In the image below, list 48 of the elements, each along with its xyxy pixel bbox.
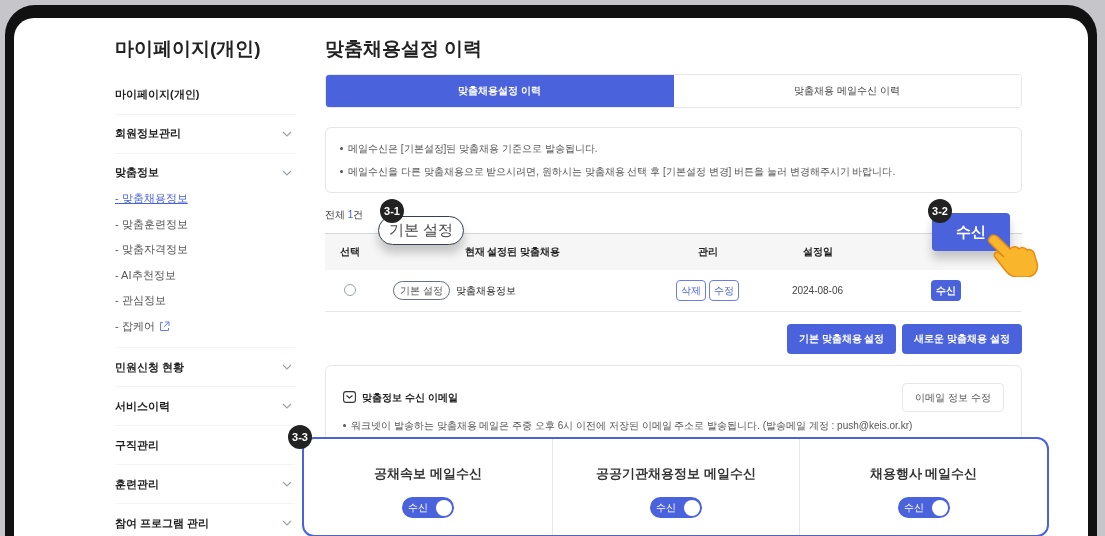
sidebar-item[interactable]: 맞춤정보 bbox=[115, 164, 159, 181]
email-notice: 워크넷이 발송하는 맞춤채용 메일은 주중 오후 6시 이전에 저장된 이메일 주소로 발송됩니다. (발송메일 계정 : push@keis.or.kr) bbox=[351, 418, 913, 433]
sidebar-item[interactable]: 서비스이력 bbox=[115, 397, 170, 415]
table-cell-text: 2024-08-06 bbox=[790, 283, 845, 298]
row-action-button[interactable]: 삭제 bbox=[676, 279, 706, 301]
notice-text: 메일수신은 [기본설정]된 맞춤채용 기준으로 발송됩니다. bbox=[348, 141, 598, 156]
bullet-icon bbox=[340, 169, 343, 173]
column-header: 선택 bbox=[339, 245, 361, 259]
sidebar-title: 마이페이지(개인) bbox=[115, 37, 262, 61]
table-cell-text: 맞춤채용정보 bbox=[455, 283, 516, 298]
step-badge: 3-2 bbox=[928, 199, 952, 223]
email-section-title: 맞춤정보 수신 이메일 bbox=[362, 390, 458, 405]
subscription-title: 채용행사 메일수신 bbox=[869, 465, 978, 483]
sidebar-item[interactable]: 마이페이지(개인) bbox=[115, 86, 200, 103]
sidebar-item[interactable]: 회원정보관리 bbox=[115, 125, 181, 142]
bullet-icon bbox=[340, 146, 343, 150]
step-badge: 3-1 bbox=[380, 199, 404, 223]
sidebar-subitem[interactable]: - AI추천정보 bbox=[115, 266, 176, 284]
tab[interactable]: 맞춤채용설정 이력 bbox=[326, 74, 674, 107]
toggle-switch[interactable]: 수신 bbox=[897, 497, 950, 519]
setting-button[interactable]: 기본 맞춤채용 설정 bbox=[786, 323, 897, 354]
total-count: 전체 1건 bbox=[325, 207, 364, 222]
sidebar-subitem[interactable]: - 맞춤자격정보 bbox=[115, 241, 188, 258]
toggle-switch[interactable]: 수신 bbox=[650, 497, 702, 519]
sidebar-item[interactable]: 훈련관리 bbox=[115, 475, 159, 493]
subscription-title: 공공기관채용정보 메일수신 bbox=[596, 465, 756, 483]
receive-button[interactable]: 수신 bbox=[931, 279, 961, 301]
column-header: 관리 bbox=[696, 245, 719, 259]
subscription-title: 공채속보 메일수신 bbox=[374, 465, 482, 483]
notice-text: 메일수신을 다른 맞춤채용으로 받으시려면, 원하시는 맞춤채용 선택 후 [기본설정 변경] 버튼을 눌러 변경해주시기 바랍니다. bbox=[348, 164, 896, 179]
sidebar-subitem[interactable]: - 맞춤채용정보 bbox=[115, 190, 188, 207]
sidebar-item[interactable]: 참여 프로그램 관리 bbox=[115, 514, 210, 532]
sidebar-subitem[interactable]: - 맞춤훈련정보 bbox=[115, 215, 188, 233]
bullet-icon bbox=[343, 423, 346, 427]
sidebar-subitem[interactable]: - 잡케어 bbox=[115, 318, 155, 335]
column-header: 설정일 bbox=[801, 245, 834, 259]
column-header: 현재 설정된 맞춤채용 bbox=[463, 245, 562, 259]
toggle-switch[interactable]: 수신 bbox=[401, 497, 454, 519]
mail-icon bbox=[343, 391, 356, 403]
sidebar-item[interactable]: 민원신청 현황 bbox=[115, 358, 185, 376]
external-link-icon[interactable] bbox=[158, 320, 170, 332]
setting-button[interactable]: 새로운 맞춤채용 설정 bbox=[902, 323, 1022, 354]
sidebar-subitem[interactable]: - 관심정보 bbox=[115, 292, 166, 309]
sidebar-item[interactable]: 구직관리 bbox=[115, 436, 159, 454]
page-title: 맞춤채용설정 이력 bbox=[325, 37, 484, 61]
row-action-button[interactable]: 수정 bbox=[709, 279, 739, 301]
step-badge: 3-3 bbox=[288, 425, 312, 449]
edit-email-button[interactable]: 이메일 정보 수정 bbox=[902, 382, 1004, 412]
